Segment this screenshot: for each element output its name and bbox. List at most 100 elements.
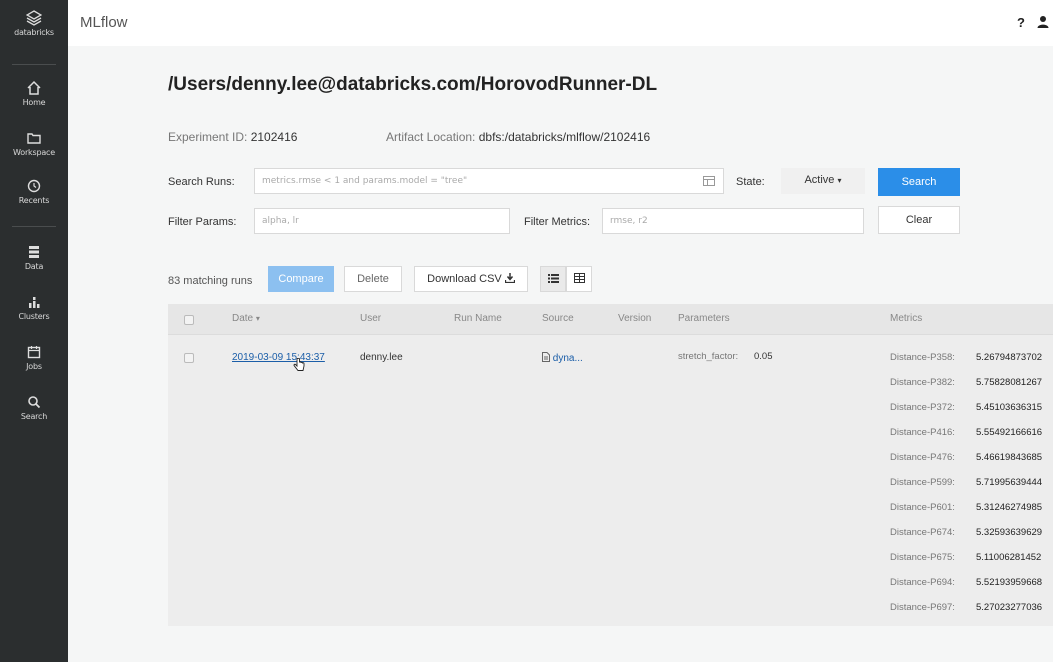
header-source[interactable]: Source	[542, 313, 574, 324]
search-button[interactable]: Search	[878, 168, 960, 196]
header-date[interactable]: Date ▾	[232, 313, 260, 324]
sidebar-item-label: Jobs	[26, 362, 42, 371]
metric-key: Distance-P416:	[890, 427, 955, 438]
filter-metrics-label: Filter Metrics:	[524, 216, 590, 228]
filter-params-label: Filter Params:	[168, 216, 237, 228]
state-value: Active	[804, 174, 835, 186]
sidebar-item-label: Workspace	[13, 148, 55, 157]
filter-metrics-placeholder: rmse, r2	[610, 216, 648, 226]
experiment-id-label: Experiment ID:	[168, 130, 248, 144]
search-runs-label: Search Runs:	[168, 176, 235, 188]
metric-value: 5.32593639629	[976, 527, 1043, 538]
sidebar-divider	[12, 226, 56, 227]
metric-key: Distance-P601:	[890, 502, 955, 513]
grid-view-button[interactable]	[566, 266, 592, 292]
databricks-logo[interactable]: databricks	[0, 10, 68, 37]
header-metrics: Metrics	[890, 313, 923, 324]
sidebar-item-home[interactable]: Home	[0, 80, 68, 107]
home-icon	[27, 80, 41, 95]
metric-value: 5.45103636315	[976, 402, 1043, 413]
run-user: denny.lee	[360, 352, 403, 363]
calendar-icon	[27, 346, 41, 359]
sidebar-item-data[interactable]: Data	[0, 244, 68, 271]
header-parameters: Parameters	[678, 313, 730, 324]
sidebar-item-recents[interactable]: Recents	[0, 178, 68, 205]
databricks-logo-icon	[26, 10, 42, 26]
sidebar-item-workspace[interactable]: Workspace	[0, 130, 68, 157]
sidebar-item-jobs[interactable]: Jobs	[0, 344, 68, 371]
compare-button[interactable]: Compare	[268, 266, 334, 292]
filter-table-icon[interactable]	[703, 176, 715, 186]
file-icon	[542, 352, 550, 362]
metric-value: 5.31246274985	[976, 502, 1043, 513]
search-runs-input[interactable]: metrics.rmse < 1 and params.model = "tre…	[254, 168, 724, 194]
delete-button[interactable]: Delete	[344, 266, 402, 292]
list-view-icon	[547, 274, 559, 283]
metric-value: 5.52193959668	[976, 577, 1043, 588]
select-all-checkbox[interactable]	[184, 315, 194, 325]
list-view-button[interactable]	[540, 266, 566, 292]
hand-cursor-icon	[293, 358, 305, 371]
run-source[interactable]: dyna...	[542, 352, 583, 364]
folder-icon	[27, 133, 41, 144]
metric-key: Distance-P382:	[890, 377, 955, 388]
download-csv-label: Download CSV	[427, 273, 502, 285]
artifact-location: Artifact Location: dbfs:/databricks/mlfl…	[386, 130, 650, 144]
brand-label: databricks	[14, 28, 54, 37]
metric-value: 5.27023277036	[976, 602, 1043, 613]
filter-params-input[interactable]: alpha, lr	[254, 208, 510, 234]
sidebar-item-label: Clusters	[18, 312, 50, 321]
metric-value: 5.11006281452	[976, 552, 1042, 563]
metric-key: Distance-P674:	[890, 527, 955, 538]
metric-value: 5.75828081267	[976, 377, 1043, 388]
metric-value: 5.55492166616	[976, 427, 1043, 438]
metric-key: Distance-P372:	[890, 402, 955, 413]
metric-key: Distance-P697:	[890, 602, 955, 613]
metric-value: 5.46619843685	[976, 452, 1043, 463]
download-csv-button[interactable]: Download CSV	[414, 266, 528, 292]
row-checkbox[interactable]	[184, 353, 194, 363]
header-run-name[interactable]: Run Name	[454, 313, 502, 324]
sidebar-item-clusters[interactable]: Clusters	[0, 294, 68, 321]
sidebar-item-search[interactable]: Search	[0, 394, 68, 421]
top-bar: MLflow ?	[68, 0, 1053, 46]
help-icon[interactable]: ?	[1017, 15, 1025, 30]
artifact-location-label: Artifact Location:	[386, 130, 476, 144]
metric-value: 5.26794873702	[976, 352, 1043, 363]
download-icon	[504, 273, 515, 284]
clusters-icon	[29, 297, 40, 308]
header-user[interactable]: User	[360, 313, 381, 324]
header-version[interactable]: Version	[618, 313, 651, 324]
sidebar: databricks Home Workspace Recents Data C…	[0, 0, 68, 662]
state-dropdown[interactable]: Active ▾	[781, 168, 865, 194]
sidebar-divider	[12, 64, 56, 65]
experiment-id-value: 2102416	[250, 130, 298, 144]
filter-params-placeholder: alpha, lr	[262, 216, 299, 226]
experiment-id: Experiment ID: 2102416	[168, 130, 297, 144]
database-icon	[29, 246, 39, 258]
user-icon[interactable]	[1037, 15, 1049, 29]
search-runs-placeholder: metrics.rmse < 1 and params.model = "tre…	[262, 176, 468, 186]
state-label: State:	[736, 176, 765, 188]
clear-button[interactable]: Clear	[878, 206, 960, 234]
caret-down-icon: ▾	[837, 176, 842, 185]
metric-value: 5.71995639444	[976, 477, 1043, 488]
app-name: MLflow	[80, 14, 128, 31]
sidebar-item-label: Recents	[18, 196, 50, 205]
metric-key: Distance-P476:	[890, 452, 955, 463]
main-content: /Users/denny.lee@databricks.com/HorovodR…	[68, 46, 1053, 662]
search-icon	[28, 396, 41, 409]
metric-key: Distance-P694:	[890, 577, 955, 588]
sort-desc-icon: ▾	[255, 314, 260, 323]
sidebar-item-label: Home	[22, 98, 46, 107]
run-date-link[interactable]: 2019-03-09 15:43:37	[232, 352, 325, 363]
filter-metrics-input[interactable]: rmse, r2	[602, 208, 864, 234]
header-date-label: Date	[232, 313, 254, 324]
experiment-title: /Users/denny.lee@databricks.com/HorovodR…	[168, 74, 658, 95]
table-header: Date ▾ User Run Name Source Version Para…	[168, 304, 1053, 335]
run-source-label: dyna...	[552, 353, 583, 364]
metric-key: Distance-P675:	[890, 552, 955, 563]
metric-key: Distance-P599:	[890, 477, 955, 488]
runs-table: Date ▾ User Run Name Source Version Para…	[168, 304, 1053, 626]
metric-key: Distance-P358:	[890, 352, 955, 363]
